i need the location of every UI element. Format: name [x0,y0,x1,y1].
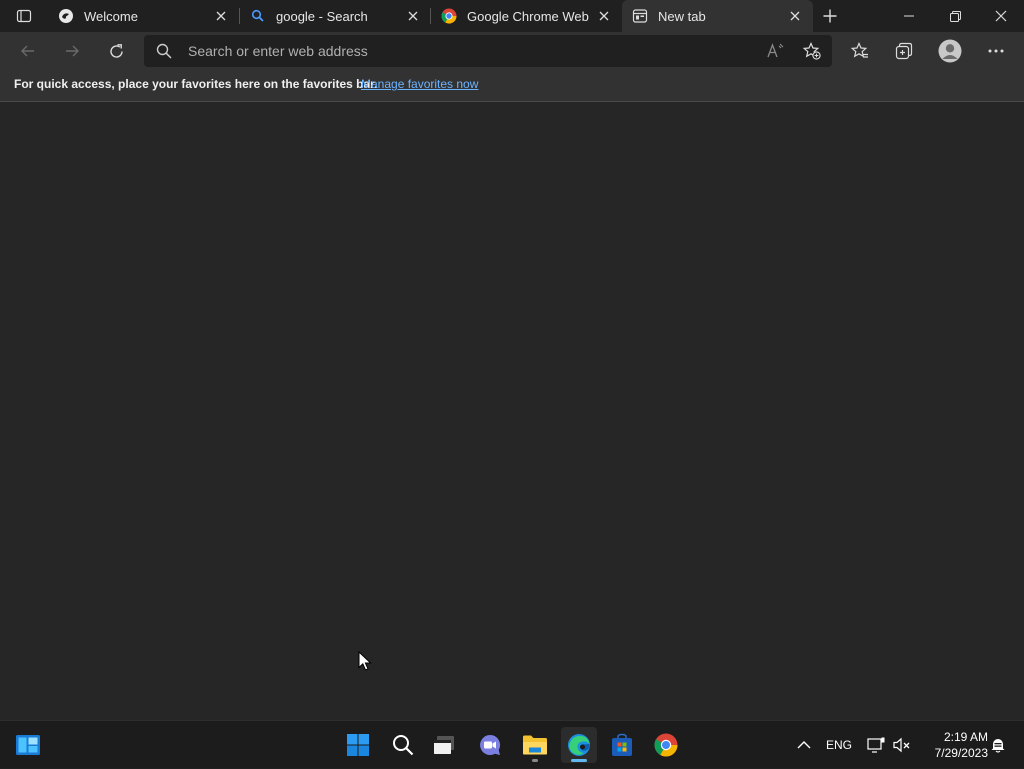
close-icon [216,11,226,21]
browser-window: Welcome google - Search Google Chrome We… [0,0,1024,720]
close-tab-button[interactable] [207,4,235,28]
language-text: ENG [825,738,852,752]
task-view-icon [434,736,454,754]
arrow-left-icon [21,45,34,57]
file-explorer-button[interactable] [517,727,553,763]
task-view-button[interactable] [426,727,462,763]
search-icon [393,735,414,756]
address-bar[interactable] [144,35,832,67]
windows-start-icon [347,734,369,756]
close-tab-button[interactable] [590,4,618,28]
tab-title: Welcome [84,8,138,24]
tab-title: Google Chrome Web Browser [467,8,590,24]
tab-strip: Welcome google - Search Google Chrome We… [0,0,1024,32]
close-tab-button[interactable] [399,4,427,28]
restore-button[interactable] [932,0,978,32]
favorites-star-icon [851,42,868,58]
language-indicator[interactable]: ENG [822,721,856,769]
close-icon [599,11,609,21]
edge-icon [568,734,590,756]
favorites-bar: For quick access, place your favorites h… [0,70,1024,102]
edge-taskbar-button[interactable] [561,727,597,763]
search-icon [250,8,266,24]
widgets-icon [16,735,40,755]
address-input[interactable] [188,35,748,67]
favorites-button[interactable] [844,35,876,67]
navigation-toolbar [0,32,1024,70]
add-to-favorites-button[interactable] [796,35,828,67]
network-monitor-icon [867,737,885,753]
tab-title: New tab [658,8,706,24]
new-tab-button[interactable] [816,4,844,28]
show-hidden-icons-button[interactable] [792,721,816,769]
notification-bell-icon [991,739,1005,753]
collections-icon [895,42,913,60]
tab-actions-icon [16,9,32,23]
settings-and-more-button[interactable] [980,35,1012,67]
running-indicator [532,759,538,762]
restore-icon [949,10,961,22]
chat-icon [480,734,501,755]
collections-button[interactable] [888,35,920,67]
read-aloud-button[interactable] [760,35,792,67]
more-horizontal-icon [988,49,1004,53]
refresh-button[interactable] [100,35,132,67]
minimize-button[interactable] [886,0,932,32]
chat-button[interactable] [472,727,508,763]
tab-welcome[interactable]: Welcome [48,0,239,32]
manage-favorites-link[interactable]: Manage favorites now [361,77,478,91]
tab-google-search[interactable]: google - Search [240,0,431,32]
clock-time: 2:19 AM [943,730,988,744]
chevron-up-icon [797,741,811,749]
folder-icon [523,735,547,755]
avatar-icon [938,39,962,63]
favorites-bar-message: For quick access, place your favorites h… [14,77,378,91]
volume-icon-button[interactable] [890,721,914,769]
store-button[interactable] [604,727,640,763]
edge-logo-icon [58,8,74,24]
close-window-button[interactable] [978,0,1024,32]
clock-date: 7/29/2023 [934,746,988,760]
notifications-button[interactable] [986,721,1010,769]
close-icon [995,10,1007,22]
taskbar-clock[interactable]: 2:19 AM 7/29/2023 [918,729,988,761]
taskbar-search-button[interactable] [385,727,421,763]
minimize-icon [904,15,914,17]
forward-button[interactable] [56,35,88,67]
chrome-taskbar-button[interactable] [648,727,684,763]
close-tab-button[interactable] [781,4,809,28]
new-tab-page-icon [632,8,648,24]
refresh-icon [109,43,123,58]
arrow-right-icon [66,45,79,57]
store-icon [612,733,632,756]
tab-new-tab[interactable]: New tab [622,0,813,32]
profile-button[interactable] [934,35,966,67]
mouse-cursor-icon [358,651,372,671]
plus-icon [823,9,837,23]
start-button[interactable] [340,727,376,763]
chrome-icon [654,733,678,757]
taskbar: ENG 2:19 AM 7/29/2023 [0,720,1024,768]
tab-chrome-web-browser[interactable]: Google Chrome Web Browser [431,0,622,32]
close-icon [408,11,418,21]
back-button[interactable] [12,35,44,67]
search-icon [156,43,172,59]
tab-actions-button[interactable] [8,4,40,28]
read-aloud-icon [767,43,784,58]
active-indicator [571,759,587,762]
page-content[interactable] [0,103,1024,720]
widgets-button[interactable] [10,727,46,763]
tab-title: google - Search [276,8,368,24]
close-icon [790,11,800,21]
chrome-logo-icon [441,8,457,24]
network-icon-button[interactable] [864,721,888,769]
volume-muted-icon [893,737,910,753]
star-add-icon [803,42,821,60]
